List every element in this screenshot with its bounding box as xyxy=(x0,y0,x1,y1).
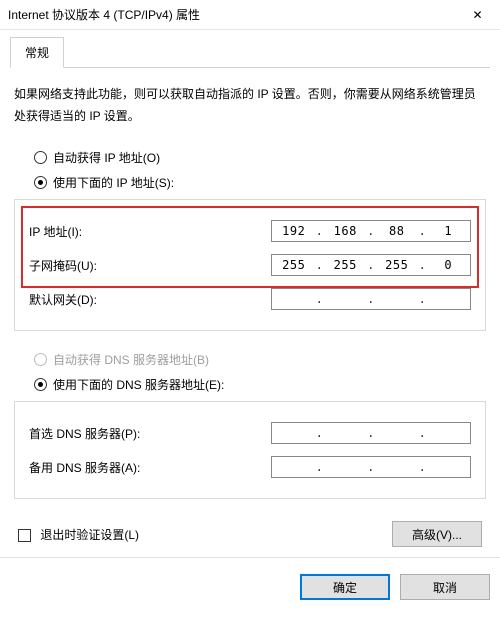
ip-octet[interactable]: 255 xyxy=(380,258,414,272)
advanced-row: 退出时验证设置(L) 高级(V)... xyxy=(10,515,490,547)
dot-icon: . xyxy=(419,224,427,238)
ip-octet[interactable]: 255 xyxy=(277,258,311,272)
radio-icon xyxy=(34,176,47,189)
preferred-dns-row: 首选 DNS 服务器(P): . . . xyxy=(25,416,475,450)
description-text: 如果网络支持此功能，则可以获取自动指派的 IP 设置。否则，你需要从网络系统管理… xyxy=(10,84,490,145)
dot-icon: . xyxy=(367,258,375,272)
subnet-mask-label: 子网掩码(U): xyxy=(29,257,219,274)
radio-auto-ip-label: 自动获得 IP 地址(O) xyxy=(53,149,160,166)
tabstrip: 常规 xyxy=(10,36,490,68)
ip-octet[interactable]: 192 xyxy=(277,224,311,238)
radio-auto-dns-row: 自动获得 DNS 服务器地址(B) xyxy=(10,347,490,372)
preferred-dns-label: 首选 DNS 服务器(P): xyxy=(29,425,219,442)
radio-auto-ip-row[interactable]: 自动获得 IP 地址(O) xyxy=(10,145,490,170)
dot-icon: . xyxy=(367,460,375,474)
alternate-dns-row: 备用 DNS 服务器(A): . . . xyxy=(25,450,475,484)
subnet-mask-input[interactable]: 255. 255. 255. 0 xyxy=(271,254,471,276)
cancel-button[interactable]: 取消 xyxy=(400,574,490,600)
close-icon: ✕ xyxy=(472,8,482,22)
alternate-dns-input[interactable]: . . . xyxy=(271,456,471,478)
ip-octet[interactable]: 88 xyxy=(380,224,414,238)
subnet-mask-row: 子网掩码(U): 255. 255. 255. 0 xyxy=(25,248,475,282)
radio-manual-ip-label: 使用下面的 IP 地址(S): xyxy=(53,174,174,191)
dot-icon: . xyxy=(316,460,324,474)
validate-checkbox-row[interactable]: 退出时验证设置(L) xyxy=(18,526,139,543)
radio-auto-dns-label: 自动获得 DNS 服务器地址(B) xyxy=(53,351,209,368)
ok-button[interactable]: 确定 xyxy=(300,574,390,600)
close-button[interactable]: ✕ xyxy=(455,0,500,30)
preferred-dns-input[interactable]: . . . xyxy=(271,422,471,444)
dot-icon: . xyxy=(419,258,427,272)
ip-address-label: IP 地址(I): xyxy=(29,223,219,240)
ip-group: IP 地址(I): 192. 168. 88. 1 子网掩码(U): 255. … xyxy=(14,199,486,331)
radio-icon xyxy=(34,353,47,366)
ip-octet[interactable]: 168 xyxy=(328,224,362,238)
ip-address-input[interactable]: 192. 168. 88. 1 xyxy=(271,220,471,242)
dot-icon: . xyxy=(367,426,375,440)
dot-icon: . xyxy=(367,292,375,306)
titlebar: Internet 协议版本 4 (TCP/IPv4) 属性 ✕ xyxy=(0,0,500,30)
radio-icon xyxy=(34,151,47,164)
ip-octet[interactable]: 255 xyxy=(328,258,362,272)
radio-icon xyxy=(34,378,47,391)
dot-icon: . xyxy=(316,224,324,238)
dot-icon: . xyxy=(419,426,427,440)
advanced-button[interactable]: 高级(V)... xyxy=(392,521,482,547)
radio-manual-ip-row[interactable]: 使用下面的 IP 地址(S): xyxy=(10,170,490,195)
alternate-dns-label: 备用 DNS 服务器(A): xyxy=(29,459,219,476)
ip-address-row: IP 地址(I): 192. 168. 88. 1 xyxy=(25,214,475,248)
ip-octet[interactable]: 0 xyxy=(431,258,465,272)
dot-icon: . xyxy=(419,292,427,306)
dialog-button-bar: 确定 取消 xyxy=(0,557,500,610)
tab-general[interactable]: 常规 xyxy=(10,37,64,68)
window-title: Internet 协议版本 4 (TCP/IPv4) 属性 xyxy=(8,6,200,23)
dns-group: 首选 DNS 服务器(P): . . . 备用 DNS 服务器(A): . . … xyxy=(14,401,486,499)
dot-icon: . xyxy=(419,460,427,474)
radio-manual-dns-label: 使用下面的 DNS 服务器地址(E): xyxy=(53,376,224,393)
radio-manual-dns-row[interactable]: 使用下面的 DNS 服务器地址(E): xyxy=(10,372,490,397)
dialog-content: 常规 如果网络支持此功能，则可以获取自动指派的 IP 设置。否则，你需要从网络系… xyxy=(0,30,500,547)
dot-icon: . xyxy=(367,224,375,238)
gateway-label: 默认网关(D): xyxy=(29,291,219,308)
validate-label: 退出时验证设置(L) xyxy=(40,528,139,542)
gateway-row: 默认网关(D): . . . xyxy=(25,282,475,316)
dot-icon: . xyxy=(316,258,324,272)
ip-octet[interactable]: 1 xyxy=(431,224,465,238)
dot-icon: . xyxy=(316,292,324,306)
gateway-input[interactable]: . . . xyxy=(271,288,471,310)
dot-icon: . xyxy=(316,426,324,440)
checkbox-icon xyxy=(18,529,31,542)
